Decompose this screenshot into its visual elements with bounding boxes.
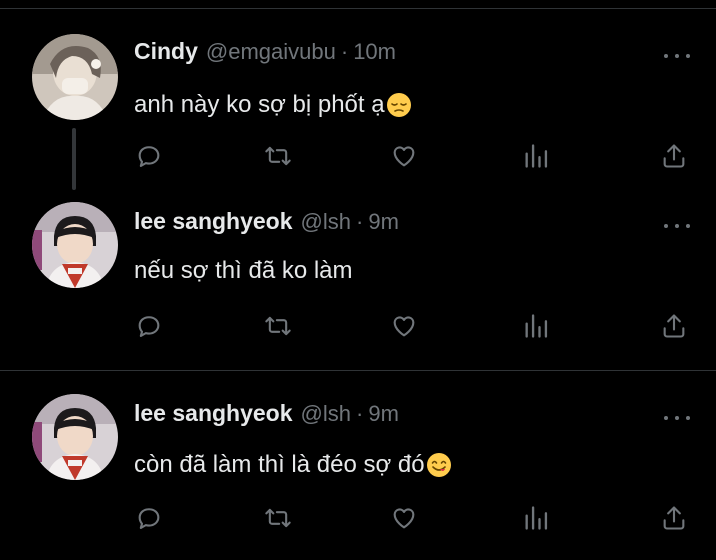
reply-icon[interactable] <box>133 140 165 172</box>
more-options-icon[interactable] <box>664 50 690 62</box>
reply-icon[interactable] <box>133 310 165 342</box>
retweet-icon[interactable] <box>262 502 294 534</box>
tweet-cindy[interactable]: Cindy @emgaivubu · 10m anh này ko sợ bị … <box>0 0 716 200</box>
avatar[interactable] <box>32 34 118 120</box>
tweet-actions <box>0 140 716 174</box>
share-icon[interactable] <box>658 140 690 172</box>
separator-dot: · <box>356 401 364 426</box>
views-icon[interactable] <box>520 310 552 342</box>
timestamp[interactable]: 9m <box>368 401 399 427</box>
author-name[interactable]: lee sanghyeok <box>134 208 293 235</box>
tweet-text-row: nếu sợ thì đã ko làm <box>134 254 353 288</box>
tweet-actions <box>0 310 716 344</box>
share-icon[interactable] <box>658 310 690 342</box>
reply-icon[interactable] <box>133 502 165 534</box>
avatar[interactable] <box>32 394 118 480</box>
author-handle[interactable]: @emgaivubu <box>206 39 336 65</box>
tweet-text-row: anh này ko sợ bị phốt ạ <box>134 88 412 122</box>
timestamp[interactable]: 9m <box>368 209 399 235</box>
tweet-text: anh này ko sợ bị phốt ạ <box>134 91 385 118</box>
tweet-actions <box>0 502 716 536</box>
retweet-icon[interactable] <box>262 140 294 172</box>
separator-dot: · <box>340 39 349 64</box>
like-icon[interactable] <box>388 310 420 342</box>
timestamp[interactable]: 10m <box>353 39 396 65</box>
retweet-icon[interactable] <box>262 310 294 342</box>
separator-dot: · <box>356 209 364 234</box>
author-name[interactable]: Cindy <box>134 38 198 65</box>
author-handle[interactable]: @lsh <box>301 401 351 427</box>
author-handle[interactable]: @lsh <box>301 209 351 235</box>
views-icon[interactable] <box>520 140 552 172</box>
share-icon[interactable] <box>658 502 690 534</box>
views-icon[interactable] <box>520 502 552 534</box>
like-icon[interactable] <box>388 502 420 534</box>
tweet-lsh-reply-1[interactable]: lee sanghyeok @lsh · 9m nếu sợ thì đã ko… <box>0 190 716 360</box>
tweet-lsh-reply-2[interactable]: lee sanghyeok @lsh · 9m còn đã làm thì l… <box>0 372 716 560</box>
tweet-text: nếu sợ thì đã ko làm <box>134 257 353 284</box>
more-options-icon[interactable] <box>664 412 690 424</box>
like-icon[interactable] <box>388 140 420 172</box>
tweet-text: còn đã làm thì là đéo sợ đó <box>134 451 425 478</box>
author-name[interactable]: lee sanghyeok <box>134 400 293 427</box>
pensive-face-emoji-icon <box>386 92 412 118</box>
thread-divider <box>0 370 716 371</box>
tweet-text-row: còn đã làm thì là đéo sợ đó <box>134 448 452 482</box>
avatar[interactable] <box>32 202 118 288</box>
yum-face-emoji-icon <box>426 452 452 478</box>
more-options-icon[interactable] <box>664 220 690 232</box>
